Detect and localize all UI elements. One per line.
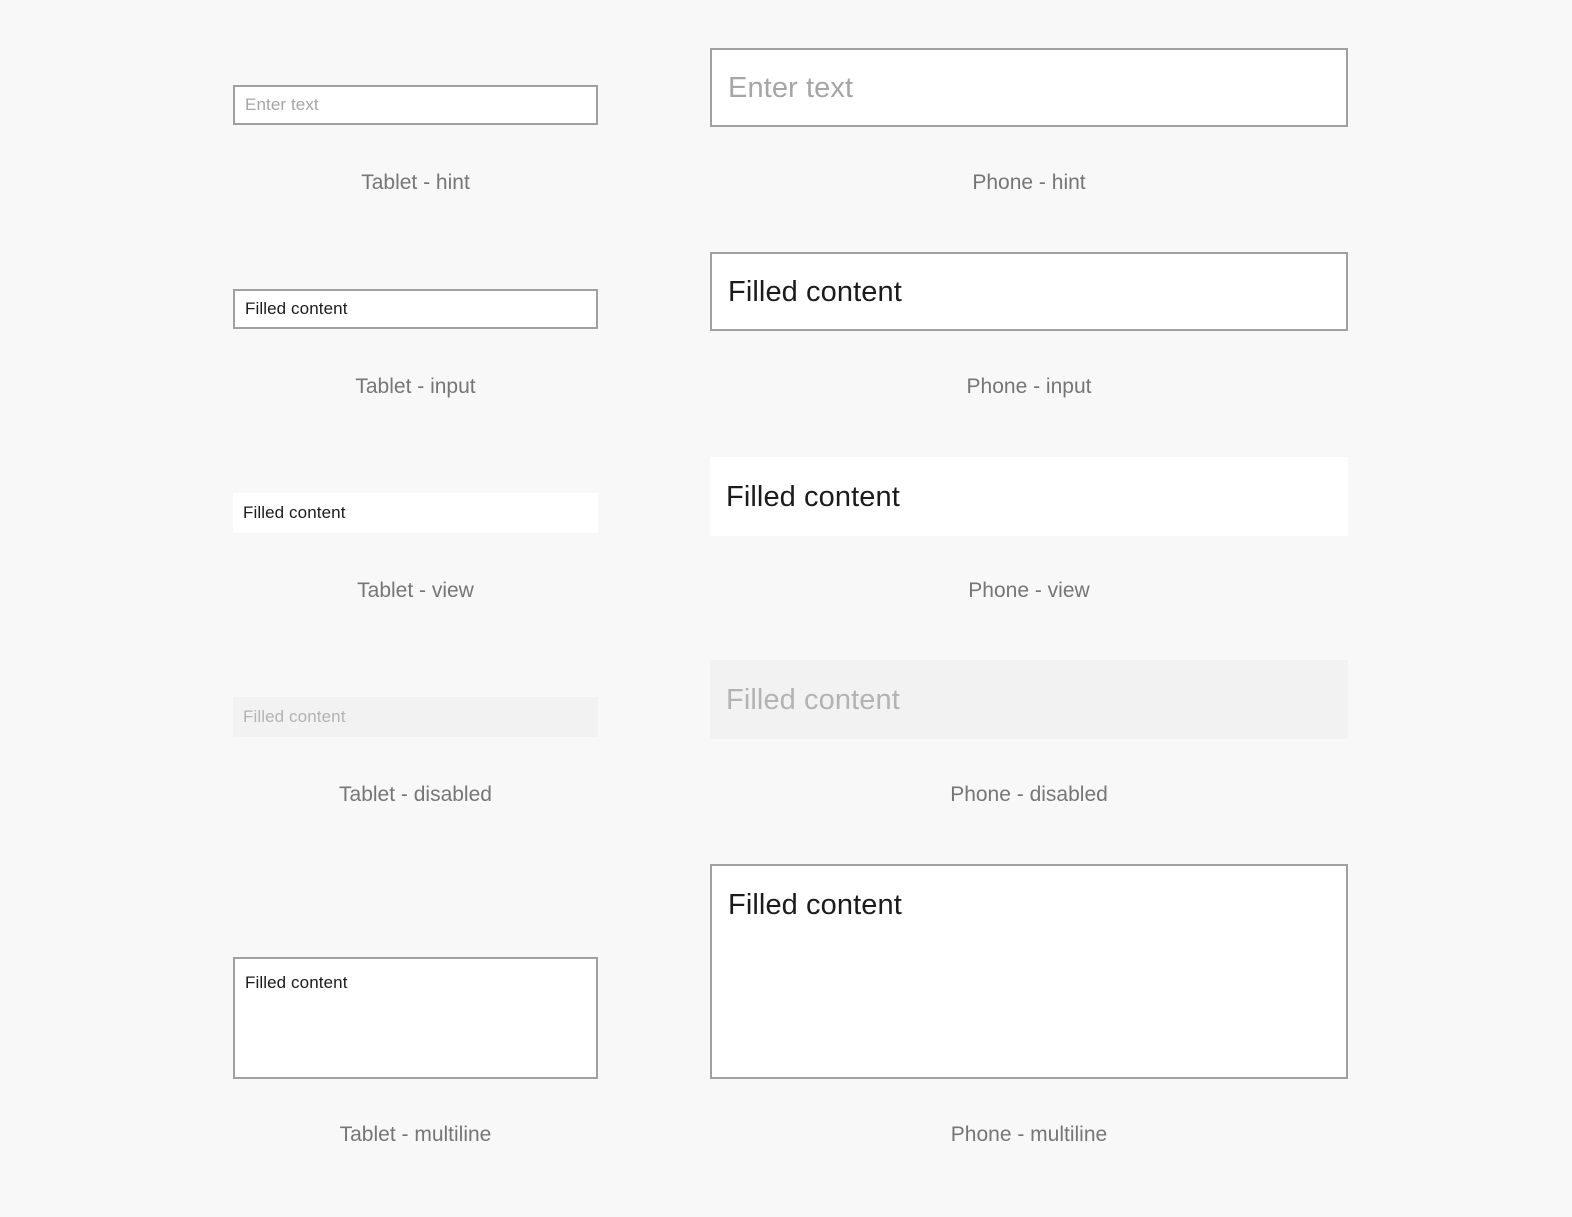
tablet-disabled-textfield: Filled content (233, 697, 598, 737)
phone-disabled-value: Filled content (726, 683, 900, 716)
phone-multiline-textarea[interactable]: Filled content (710, 864, 1348, 1079)
tablet-hint-placeholder: Enter text (245, 95, 319, 114)
tablet-hint-textfield[interactable]: Enter text (233, 85, 598, 125)
tablet-hint-caption: Tablet - hint (361, 171, 470, 194)
phone-hint-caption: Phone - hint (972, 171, 1086, 194)
tablet-view-textfield: Filled content (233, 493, 598, 533)
textfield-specimen-sheet: Enter text Tablet - hint Enter text Phon… (0, 0, 1572, 1217)
tablet-view-caption: Tablet - view (357, 579, 474, 602)
tablet-multiline-value: Filled content (245, 973, 348, 992)
phone-multiline-value: Filled content (728, 889, 902, 921)
phone-hint-placeholder: Enter text (728, 71, 854, 104)
phone-disabled-caption: Phone - disabled (950, 783, 1108, 806)
phone-hint-textfield[interactable]: Enter text (710, 48, 1348, 127)
phone-view-value: Filled content (726, 480, 900, 513)
tablet-disabled-value: Filled content (243, 707, 346, 726)
phone-view-textfield: Filled content (710, 457, 1348, 536)
phone-view-caption: Phone - view (968, 579, 1090, 602)
tablet-input-value: Filled content (245, 299, 348, 318)
tablet-multiline-textarea[interactable]: Filled content (233, 957, 598, 1079)
tablet-input-caption: Tablet - input (355, 375, 476, 398)
phone-input-caption: Phone - input (966, 375, 1092, 398)
phone-input-textfield[interactable]: Filled content (710, 252, 1348, 331)
phone-multiline-caption: Phone - multiline (950, 1123, 1108, 1146)
tablet-disabled-caption: Tablet - disabled (339, 783, 492, 806)
phone-disabled-textfield: Filled content (710, 660, 1348, 739)
tablet-view-value: Filled content (243, 503, 346, 522)
tablet-multiline-caption: Tablet - multiline (339, 1123, 492, 1146)
phone-input-value: Filled content (728, 275, 902, 308)
tablet-input-textfield[interactable]: Filled content (233, 289, 598, 329)
